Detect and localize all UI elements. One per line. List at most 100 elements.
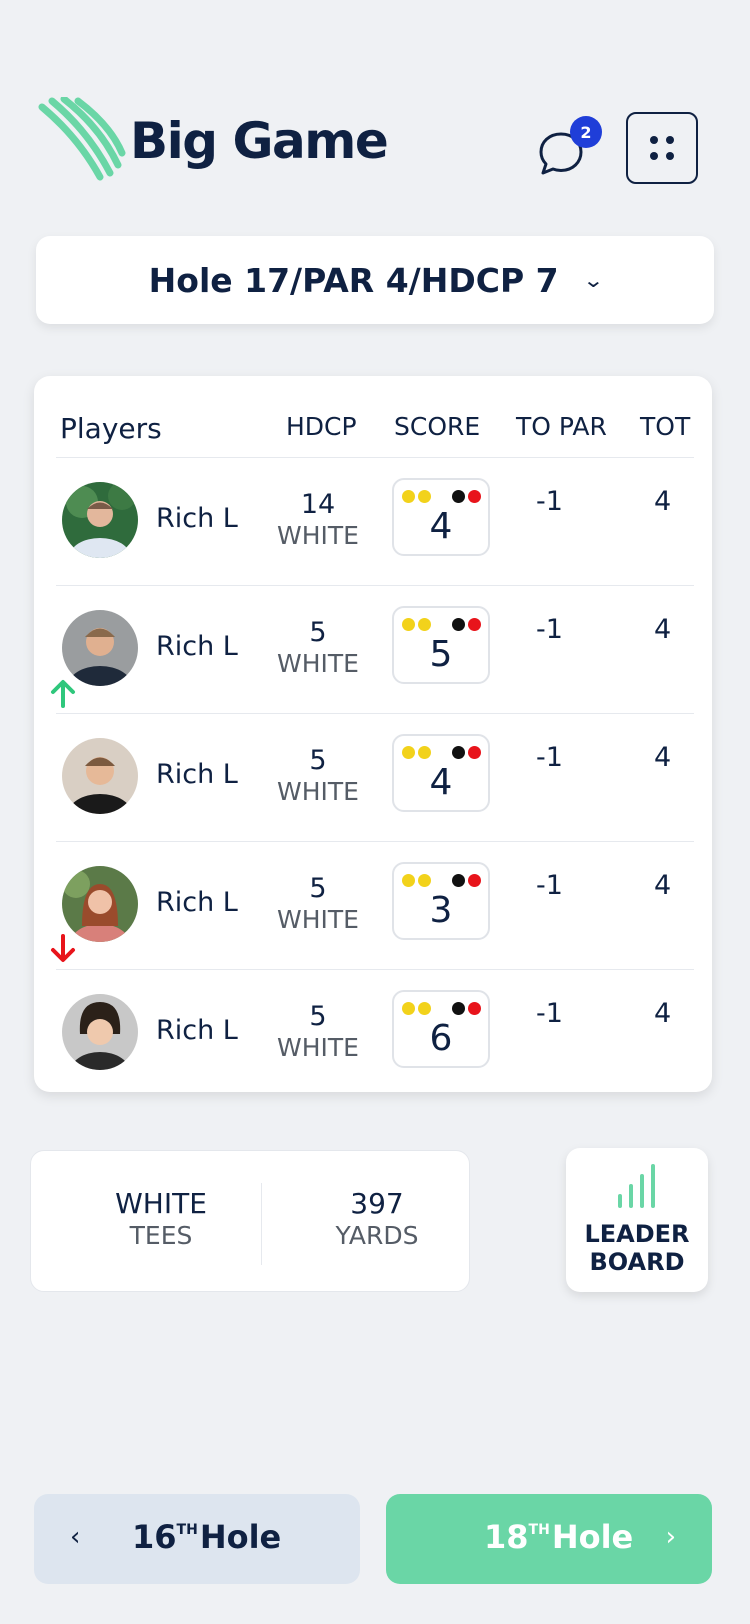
to-par-value: -1: [536, 998, 563, 1029]
yellow-dot: [418, 490, 431, 503]
chevron-right-icon: ›: [665, 1522, 676, 1552]
grid-dot: [650, 152, 658, 160]
total-value: 4: [654, 614, 672, 645]
to-par-value: -1: [536, 486, 563, 517]
black-dot: [452, 1002, 465, 1015]
previous-hole-label: 16THHole: [132, 1518, 281, 1556]
score-input[interactable]: 6: [392, 990, 490, 1068]
app-header: Big Game 2: [38, 96, 712, 186]
prev-hole-word: Hole: [199, 1518, 282, 1556]
tee-column: WHITE TEES: [61, 1187, 261, 1251]
score-dots: [402, 618, 482, 632]
logo[interactable]: Big Game: [38, 96, 389, 186]
header-hdcp: HDCP: [286, 412, 357, 441]
score-value: 4: [429, 762, 453, 803]
tee-color: WHITE: [277, 649, 359, 678]
player-name: Rich L: [156, 759, 238, 790]
grid-dot: [666, 136, 674, 144]
player-name: Rich L: [156, 1015, 238, 1046]
player-name: Rich L: [156, 887, 238, 918]
player-name: Rich L: [156, 503, 238, 534]
yards-label: YARDS: [335, 1221, 419, 1250]
total-value: 4: [654, 742, 672, 773]
player-hdcp: 5 WHITE: [258, 874, 378, 936]
leaderboard-button[interactable]: LEADER BOARD: [566, 1148, 708, 1292]
score-dots: [402, 746, 482, 760]
table-row[interactable]: Rich L 14 WHITE 4 -1 4: [56, 458, 694, 586]
to-par-value: -1: [536, 870, 563, 901]
score-value: 3: [429, 890, 453, 931]
total-value: 4: [654, 486, 672, 517]
red-dot: [468, 618, 481, 631]
player-name: Rich L: [156, 631, 238, 662]
tee-color: WHITE: [277, 521, 359, 550]
table-row[interactable]: Rich L 5 WHITE 5 -1 4: [51, 586, 694, 714]
prev-hole-number: 16: [132, 1518, 177, 1556]
tee-info-card: WHITE TEES 397 YARDS: [30, 1150, 470, 1292]
golf-swoosh-icon: [38, 97, 126, 181]
hdcp-value: 14: [300, 489, 336, 520]
red-dot: [468, 746, 481, 759]
score-input[interactable]: 4: [392, 478, 490, 556]
header-score: SCORE: [394, 412, 481, 441]
avatar: [62, 482, 138, 558]
score-input[interactable]: 3: [392, 862, 490, 940]
total-value: 4: [654, 998, 672, 1029]
avatar: [62, 866, 138, 942]
chevron-left-icon: ‹: [70, 1522, 81, 1552]
next-hole-suffix: TH: [528, 1522, 550, 1538]
table-row[interactable]: Rich L 5 WHITE 3 -1 4: [51, 842, 694, 970]
to-par-value: -1: [536, 742, 563, 773]
tee-color: WHITE: [277, 905, 359, 934]
next-hole-word: Hole: [551, 1518, 634, 1556]
score-dots: [402, 874, 482, 888]
divider: [261, 1183, 262, 1265]
previous-hole-button[interactable]: ‹ 16THHole: [34, 1494, 360, 1584]
table-row[interactable]: Rich L 5 WHITE 6 -1 4: [56, 970, 694, 1098]
player-hdcp: 5 WHITE: [258, 1002, 378, 1064]
yellow-dot: [418, 874, 431, 887]
hdcp-value: 5: [309, 1001, 327, 1032]
total-value: 4: [654, 870, 672, 901]
score-dots: [402, 1002, 482, 1016]
chat-button[interactable]: 2: [526, 114, 602, 184]
table-header: Players HDCP SCORE TO PAR TOT: [56, 398, 694, 458]
next-hole-label: 18THHole: [484, 1518, 633, 1556]
yellow-dot: [402, 1002, 415, 1015]
player-hdcp: 14 WHITE: [258, 490, 378, 552]
header-to-par: TO PAR: [516, 412, 607, 441]
score-value: 5: [429, 634, 453, 675]
header-players: Players: [60, 412, 162, 445]
hole-selector[interactable]: Hole 17/PAR 4/HDCP 7 ⌄: [36, 236, 714, 324]
red-dot: [468, 1002, 481, 1015]
black-dot: [452, 746, 465, 759]
yards-value: 397: [350, 1187, 404, 1220]
yellow-dot: [402, 746, 415, 759]
header-tot: TOT: [640, 412, 691, 441]
score-value: 6: [429, 1018, 453, 1059]
yellow-dot: [402, 490, 415, 503]
hdcp-value: 5: [309, 873, 327, 904]
yellow-dot: [402, 874, 415, 887]
yellow-dot: [418, 746, 431, 759]
brand-name: Big Game: [130, 112, 389, 170]
menu-button[interactable]: [626, 112, 698, 184]
arrow-up-icon: [51, 680, 75, 708]
yellow-dot: [402, 618, 415, 631]
next-hole-button[interactable]: 18THHole ›: [386, 1494, 712, 1584]
scorecard: Players HDCP SCORE TO PAR TOT Rich L 14 …: [34, 376, 712, 1092]
table-row[interactable]: Rich L 5 WHITE 4 -1 4: [56, 714, 694, 842]
prev-hole-suffix: TH: [176, 1522, 198, 1538]
black-dot: [452, 618, 465, 631]
score-input[interactable]: 5: [392, 606, 490, 684]
tee-label: TEES: [129, 1221, 193, 1250]
score-input[interactable]: 4: [392, 734, 490, 812]
score-value: 4: [429, 506, 453, 547]
black-dot: [452, 874, 465, 887]
grid-dot: [666, 152, 674, 160]
arrow-down-icon: [51, 934, 75, 962]
next-hole-number: 18: [484, 1518, 529, 1556]
tee-color: WHITE: [277, 777, 359, 806]
bar-chart-icon: [618, 1164, 655, 1208]
yards-column: 397 YARDS: [277, 1187, 477, 1251]
